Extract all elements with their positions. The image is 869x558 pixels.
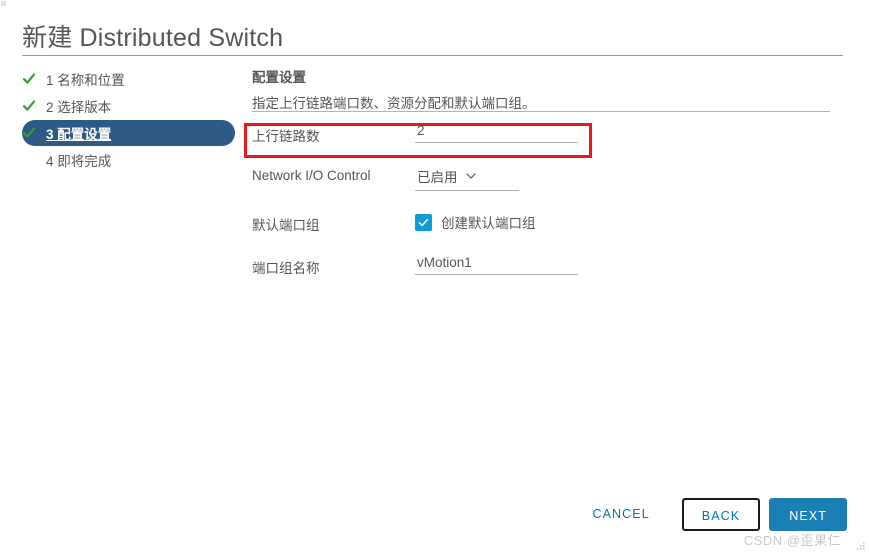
watermark-text: CSDN @歪果仁 [743, 533, 841, 548]
portgroup-name-input[interactable] [415, 254, 578, 275]
default-portgroup-row: 默认端口组 创建默认端口组 [252, 211, 842, 234]
network-io-control-value: 已启用 [417, 170, 458, 185]
title-divider [22, 55, 843, 56]
sidebar-item-step-3[interactable]: 3 配置设置 [22, 120, 235, 146]
step-4-label: 即将完成 [57, 154, 112, 169]
step-3-number: 3 [46, 127, 54, 142]
configure-settings-form: 上行链路数 Network I/O Control 已启用 [252, 122, 842, 297]
check-icon [22, 99, 36, 113]
resize-grip-icon[interactable] [854, 540, 866, 552]
new-distributed-switch-wizard: 新建 Distributed Switch 1 名称和位置 2 选择版本 3 配… [0, 0, 869, 555]
network-io-control-select[interactable]: 已启用 [415, 165, 519, 191]
check-icon [22, 126, 36, 140]
uplink-count-control [415, 122, 842, 143]
sidebar-item-step-4[interactable]: 4 即将完成 [22, 147, 237, 173]
page-title: 新建 Distributed Switch [22, 24, 284, 52]
network-io-control-control: 已启用 [415, 165, 842, 191]
check-icon [22, 72, 36, 86]
step-2-label: 选择版本 [57, 100, 112, 115]
sidebar-item-step-2[interactable]: 2 选择版本 [22, 93, 237, 119]
content-subheading: 指定上行链路端口数、资源分配和默认端口组。 [252, 96, 536, 111]
step-4-number: 4 [46, 154, 54, 169]
step-1-number: 1 [46, 73, 54, 88]
portgroup-name-control [415, 254, 842, 275]
default-portgroup-control: 创建默认端口组 [415, 211, 842, 232]
sidebar-item-step-1[interactable]: 1 名称和位置 [22, 66, 237, 92]
next-button[interactable]: NEXT [769, 498, 847, 531]
step-1-label: 名称和位置 [57, 73, 125, 88]
step-2-number: 2 [46, 100, 54, 115]
back-button[interactable]: BACK [681, 498, 761, 531]
content-divider [252, 111, 830, 112]
window-corner-artifact [1, 1, 6, 6]
network-io-control-row: Network I/O Control 已启用 [252, 165, 842, 191]
step-3-text: 3 配置设置 [46, 123, 111, 143]
create-default-portgroup-checkbox[interactable] [415, 213, 432, 231]
network-io-control-label: Network I/O Control [252, 168, 371, 183]
chevron-down-icon [465, 173, 476, 179]
step-1-text: 1 名称和位置 [46, 69, 125, 89]
wizard-footer: CANCEL BACK NEXT [574, 498, 847, 531]
cancel-button[interactable]: CANCEL [574, 498, 667, 531]
content-heading: 配置设置 [252, 70, 306, 85]
uplink-count-row: 上行链路数 [252, 122, 842, 145]
default-portgroup-label: 默认端口组 [252, 218, 320, 233]
wizard-step-list: 1 名称和位置 2 选择版本 3 配置设置 4 即将完成 [22, 66, 237, 174]
uplink-count-label: 上行链路数 [252, 129, 320, 144]
portgroup-name-row: 端口组名称 [252, 254, 842, 277]
step-3-label: 配置设置 [57, 127, 112, 142]
default-portgroup-checkbox-line: 创建默认端口组 [415, 211, 842, 232]
uplink-count-input[interactable] [415, 122, 578, 143]
portgroup-name-label: 端口组名称 [252, 261, 320, 276]
create-default-portgroup-label[interactable]: 创建默认端口组 [441, 212, 536, 232]
wizard-content-pane: 配置设置 指定上行链路端口数、资源分配和默认端口组。 上行链路数 Network… [252, 66, 842, 276]
step-2-text: 2 选择版本 [46, 96, 111, 116]
check-icon [418, 218, 429, 226]
step-4-text: 4 即将完成 [46, 150, 111, 170]
